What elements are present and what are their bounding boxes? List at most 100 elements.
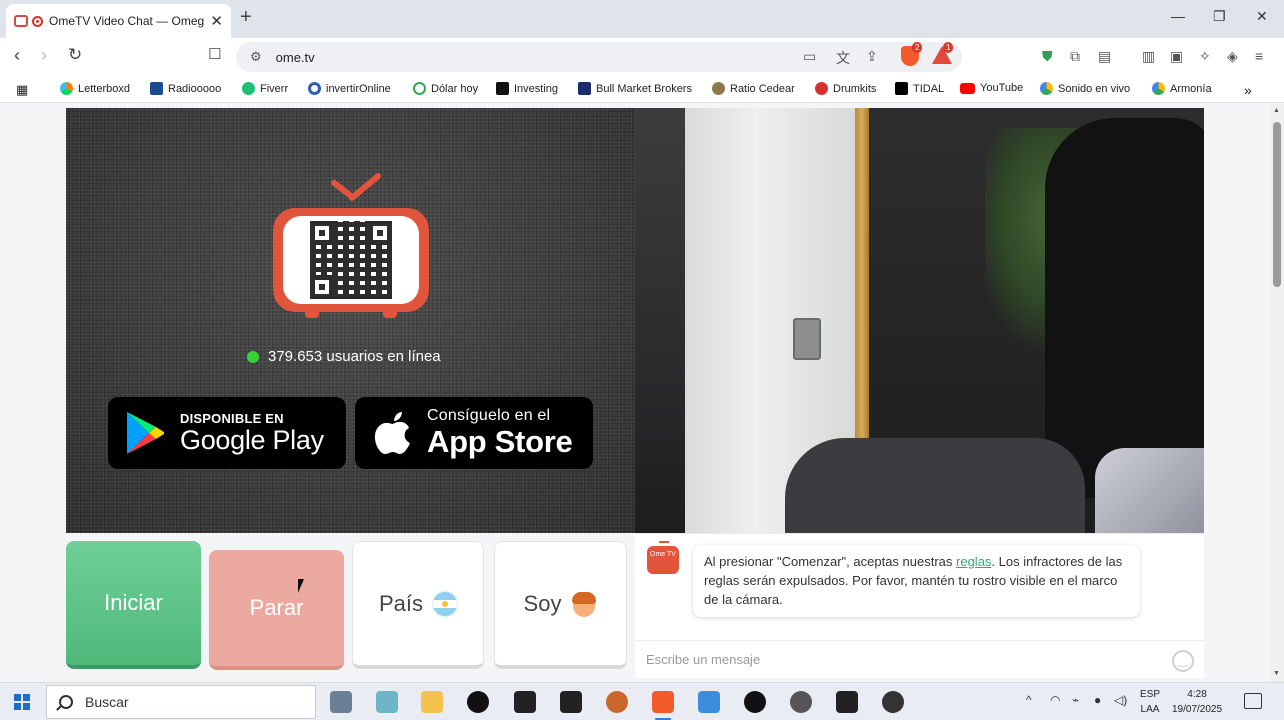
photos-icon[interactable] [698, 691, 720, 713]
reload-icon[interactable]: ↻ [68, 45, 82, 65]
bookmark-label: Dólar hoy [431, 82, 479, 95]
google-play-big-text: Google Play [180, 424, 324, 455]
microphone-icon[interactable]: ● [1094, 693, 1101, 707]
bookmark-invertironline[interactable]: invertirOnline [308, 82, 391, 95]
bookmark-label: Ratio Cedear [730, 82, 795, 95]
google-drive-icon [1152, 82, 1165, 95]
gender-button[interactable]: Soy [494, 541, 627, 669]
bookmark-tidal[interactable]: TIDAL [895, 82, 944, 95]
mouse-cursor-icon [298, 579, 304, 593]
share-icon[interactable]: ⇪ [866, 48, 878, 65]
keyboard-layout: LAA [1140, 704, 1160, 715]
reader-icon[interactable]: ▤ [1098, 48, 1111, 65]
new-tab-icon[interactable]: + [240, 6, 252, 29]
bookmark-label: Bull Market Brokers [596, 82, 692, 95]
apps-grid-icon[interactable]: ▦ [16, 82, 28, 98]
online-dot-icon [247, 350, 259, 363]
dollar-icon [413, 82, 426, 95]
rules-link[interactable]: reglas [956, 554, 991, 569]
bookmark-letterboxd[interactable]: Letterboxd [60, 82, 130, 95]
bookmark-bull-market[interactable]: Bull Market Brokers [578, 82, 692, 95]
show-hidden-icons-icon[interactable]: ^ [1026, 693, 1032, 707]
browser-tab[interactable]: OmeTV Video Chat — Omeg ✕ [6, 4, 231, 38]
stop-button[interactable]: Parar [209, 550, 344, 670]
vpn-shield-icon[interactable]: ⛊ [1042, 48, 1053, 65]
cast-icon[interactable]: ▭ [803, 48, 816, 65]
emoji-icon[interactable] [1172, 650, 1194, 672]
app-icon[interactable] [376, 691, 398, 713]
window-close-icon[interactable]: ✕ [1256, 8, 1268, 25]
translate-icon[interactable]: 文 [836, 48, 850, 68]
capcut-icon[interactable] [560, 691, 582, 713]
network-icon[interactable]: ⌁ [1072, 693, 1079, 707]
bookmark-label: Armonía [1170, 82, 1212, 95]
brave-browser-icon[interactable] [652, 691, 674, 720]
media-player-icon[interactable] [744, 691, 766, 713]
extensions-icon[interactable]: ⧉ [1070, 48, 1080, 65]
bookmark-radiooooo[interactable]: Radiooooo [150, 82, 221, 95]
search-icon [59, 695, 73, 709]
tab-close-icon[interactable]: ✕ [210, 12, 223, 30]
settings-gear-icon[interactable] [790, 691, 812, 713]
windows-start-icon[interactable] [14, 694, 30, 710]
clock-date: 19/07/2025 [1172, 704, 1223, 715]
taskbar-search[interactable]: Buscar [46, 685, 316, 719]
more-bookmarks-icon[interactable]: » [1244, 82, 1252, 98]
recorder-icon[interactable] [882, 691, 904, 713]
wallet-icon[interactable]: ▣ [1170, 48, 1183, 65]
person-silhouette [1045, 118, 1204, 498]
bookmark-investing[interactable]: Investing [496, 82, 558, 95]
clock-time: 4:28 [1187, 689, 1207, 700]
page-scrollbar[interactable]: ▲ ▼ [1270, 104, 1284, 682]
file-explorer-icon[interactable] [421, 691, 443, 713]
chair [785, 438, 1085, 533]
back-icon[interactable]: ‹ [14, 45, 20, 66]
notifications-icon[interactable] [1244, 693, 1262, 709]
wall-switch [793, 318, 821, 360]
minimize-icon[interactable]: — [1171, 8, 1185, 24]
bookmark-label: invertirOnline [326, 82, 391, 95]
ometv-qr-tv-logo [273, 171, 429, 318]
fiverr-icon [242, 82, 255, 95]
waves-icon[interactable] [467, 691, 489, 713]
scrollbar-thumb[interactable] [1273, 122, 1281, 287]
bookmark-label: TIDAL [913, 82, 945, 95]
bookmark-ratio-cedear[interactable]: Ratio Cedear [712, 82, 795, 95]
country-button[interactable]: País [352, 541, 484, 669]
start-button[interactable]: Iniciar [66, 541, 201, 669]
ableton-live-icon[interactable] [836, 691, 858, 713]
google-play-badge[interactable]: DISPONIBLE EN Google Play [108, 397, 346, 469]
search-label: Buscar [85, 694, 129, 710]
ratio-cedear-icon [712, 82, 725, 95]
bookmark-armonia[interactable]: Armonía [1152, 82, 1212, 95]
leo-ai-icon[interactable]: ✧ [1199, 48, 1211, 65]
sidebar-icon[interactable]: ▥ [1142, 48, 1155, 65]
vpn-icon[interactable]: ◈ [1227, 48, 1238, 65]
bookmark-sonido-en-vivo[interactable]: Sonido en vivo [1040, 82, 1130, 95]
bookmark-icon[interactable]: ☐ [208, 45, 221, 63]
menu-icon[interactable]: ≡ [1255, 48, 1263, 64]
site-settings-icon[interactable]: ⚙ [250, 49, 262, 65]
ableton-live-icon[interactable] [514, 691, 536, 713]
calculator-icon[interactable] [330, 691, 352, 713]
system-clock[interactable]: 4:28 19/07/2025 [1172, 687, 1222, 717]
volume-icon[interactable]: ◁) [1114, 693, 1127, 707]
radiooooo-icon [150, 82, 163, 95]
bookmark-label: Sonido en vivo [1058, 82, 1131, 95]
forward-icon[interactable]: › [41, 45, 47, 66]
message-input[interactable]: Escribe un mensaje [635, 640, 1204, 678]
address-bar[interactable]: ⚙ ome.tv [236, 42, 962, 72]
bookmark-fiverr[interactable]: Fiverr [242, 82, 288, 95]
gender-label: Soy [523, 590, 562, 616]
wifi-icon[interactable]: ◠ [1050, 693, 1060, 707]
bookmark-drumkits[interactable]: Drumkits [815, 82, 876, 95]
app-icon[interactable] [606, 691, 628, 713]
input-language[interactable]: ESP LAA [1140, 687, 1160, 717]
online-users-indicator: 379.653 usuarios en línea [247, 348, 441, 365]
maximize-icon[interactable]: ❐ [1213, 8, 1226, 25]
bookmark-youtube[interactable]: YouTube [960, 82, 1023, 94]
bookmark-dolar-hoy[interactable]: Dólar hoy [413, 82, 478, 95]
bull-market-icon [578, 82, 591, 95]
app-store-badge[interactable]: Consíguelo en el App Store [355, 397, 593, 469]
bookmarks-bar: ▦ Letterboxd Radiooooo Fiverr invertirOn… [0, 76, 1284, 103]
